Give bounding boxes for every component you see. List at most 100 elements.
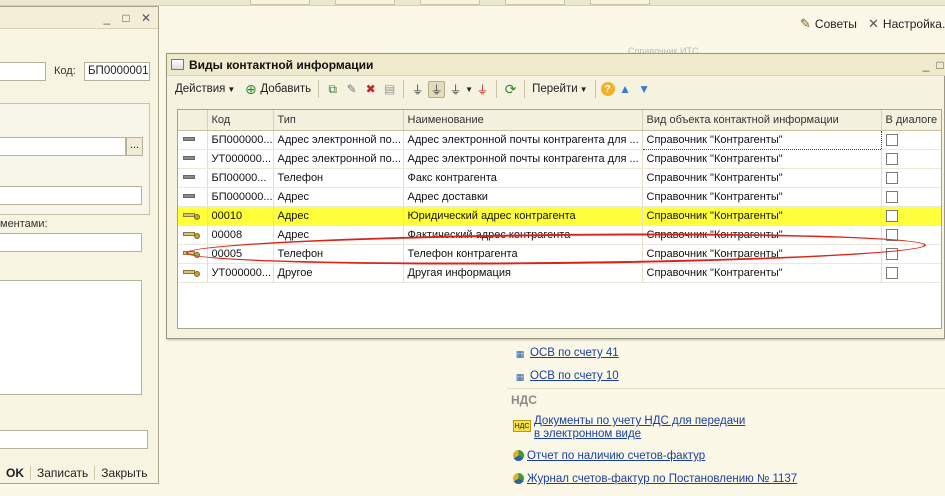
- reference-field[interactable]: [0, 137, 126, 156]
- cell-object[interactable]: Справочник "Контрагенты": [642, 263, 882, 283]
- cell-name[interactable]: Телефон контрагента: [403, 244, 643, 264]
- cell-name[interactable]: Фактический адрес контрагента: [403, 225, 643, 245]
- cell-name[interactable]: Другая информация: [403, 263, 643, 283]
- comment-area[interactable]: [0, 280, 142, 395]
- cell-type[interactable]: Адрес электронной по...: [273, 149, 404, 169]
- table-row[interactable]: БП00000... Телефон Факс контрагента Справоч…: [178, 168, 941, 188]
- text-field-2[interactable]: [0, 233, 142, 252]
- row-icon-cell[interactable]: [178, 244, 208, 264]
- strip-tab[interactable]: [590, 0, 650, 5]
- dialog-checkbox[interactable]: [885, 247, 898, 260]
- cell-type[interactable]: Адрес: [273, 187, 404, 207]
- dialog-checkbox-cell[interactable]: [881, 130, 941, 150]
- cell-name[interactable]: Адрес доставки: [403, 187, 643, 207]
- dialog-checkbox-cell[interactable]: [881, 225, 941, 245]
- dialog-checkbox[interactable]: [885, 152, 898, 165]
- close-form-button[interactable]: Закрыть: [95, 466, 153, 480]
- maximize-button[interactable]: □: [933, 58, 945, 72]
- filter-icon[interactable]: ⏚: [409, 81, 426, 98]
- minimize-button[interactable]: _: [100, 11, 114, 25]
- col-object-header[interactable]: Вид объекта контактной информации: [642, 110, 882, 131]
- cell-object[interactable]: Справочник "Контрагенты": [642, 225, 882, 245]
- vat-docs-label[interactable]: Документы по учету НДС для передачи в эл…: [534, 415, 749, 441]
- edit-icon[interactable]: ✎: [343, 81, 360, 98]
- table-row[interactable]: УТ000000... Адрес электронной по... Адрес …: [178, 149, 941, 169]
- col-dialog-header[interactable]: В диалоге: [881, 110, 941, 131]
- tips-link[interactable]: ✎ Советы: [800, 16, 857, 32]
- row-icon-cell[interactable]: [178, 149, 208, 169]
- osv-41-link[interactable]: ▦ ОСВ по счету 41: [513, 347, 619, 361]
- code-field[interactable]: БП0000001: [84, 62, 150, 81]
- text-field-3[interactable]: [0, 430, 148, 449]
- mark-delete-icon[interactable]: ▤: [381, 81, 398, 98]
- osv-10-link[interactable]: ▦ ОСВ по счету 10: [513, 370, 619, 384]
- settings-link[interactable]: ✕ Настройка...: [868, 16, 945, 32]
- cell-name[interactable]: Адрес электронной почты контрагента для …: [403, 130, 643, 150]
- cell-code[interactable]: 00005: [207, 244, 274, 264]
- table-row[interactable]: 00010 Адрес Юридический адрес контрагента С…: [178, 206, 941, 226]
- cell-object[interactable]: Справочник "Контрагенты": [642, 149, 882, 169]
- cell-type[interactable]: Телефон: [273, 244, 404, 264]
- copy-icon[interactable]: ⧉: [324, 81, 341, 98]
- col-name-header[interactable]: Наименование: [403, 110, 643, 131]
- browse-button[interactable]: ...: [126, 137, 143, 156]
- table-row[interactable]: 00005 Телефон Телефон контрагента Справочни…: [178, 244, 941, 264]
- save-button[interactable]: Записать: [31, 466, 96, 480]
- osv-41-label[interactable]: ОСВ по счету 41: [530, 347, 619, 359]
- dialog-checkbox-cell[interactable]: [881, 168, 941, 188]
- cell-code[interactable]: УТ000000...: [207, 263, 274, 283]
- filter-list-icon[interactable]: ⏚: [447, 81, 464, 98]
- cell-object[interactable]: Справочник "Контрагенты": [642, 206, 882, 226]
- row-icon-cell[interactable]: [178, 225, 208, 245]
- cell-name[interactable]: Адрес электронной почты контрагента для …: [403, 149, 643, 169]
- col-code-header[interactable]: Код: [207, 110, 274, 131]
- cell-code[interactable]: УТ000000...: [207, 149, 274, 169]
- cell-type[interactable]: Адрес: [273, 206, 404, 226]
- cell-type[interactable]: Другое: [273, 263, 404, 283]
- minimize-button[interactable]: _: [919, 58, 933, 72]
- row-icon-cell[interactable]: [178, 263, 208, 283]
- add-button[interactable]: ⊕ Добавить: [238, 79, 314, 99]
- cell-object[interactable]: Справочник "Контрагенты": [642, 187, 882, 207]
- table-row[interactable]: БП000000... Адрес Адрес доставки Справочник…: [178, 187, 941, 207]
- invoices-journal-label[interactable]: Журнал счетов-фактур по Постановлению № …: [527, 473, 797, 485]
- osv-10-label[interactable]: ОСВ по счету 10: [530, 370, 619, 382]
- invoices-report-link[interactable]: Отчет по наличию счетов-фактур: [513, 450, 705, 462]
- row-icon-cell[interactable]: [178, 168, 208, 188]
- dialog-checkbox-cell[interactable]: [881, 149, 941, 169]
- dialog-checkbox[interactable]: [885, 190, 898, 203]
- clear-filter-icon[interactable]: ⏚: [474, 81, 491, 98]
- dialog-checkbox-cell[interactable]: [881, 244, 941, 264]
- cell-type[interactable]: Адрес электронной по...: [273, 130, 404, 150]
- invoices-report-label[interactable]: Отчет по наличию счетов-фактур: [527, 450, 705, 462]
- table-row[interactable]: БП000000... Адрес электронной по... Адрес …: [178, 129, 941, 150]
- cell-type[interactable]: Адрес: [273, 225, 404, 245]
- help-icon[interactable]: ?: [600, 82, 615, 96]
- delete-icon[interactable]: ✖: [362, 81, 379, 98]
- table-row[interactable]: 00008 Адрес Фактический адрес контрагента С…: [178, 225, 941, 245]
- cell-code[interactable]: БП000000...: [207, 187, 274, 207]
- dialog-checkbox[interactable]: [885, 209, 898, 222]
- maximize-button[interactable]: □: [119, 11, 133, 25]
- col-type-header[interactable]: Тип: [273, 110, 404, 131]
- actions-menu[interactable]: Действия ▼: [172, 79, 238, 99]
- text-field-1[interactable]: [0, 186, 142, 205]
- move-up-icon[interactable]: ▲: [617, 81, 634, 98]
- ok-button[interactable]: OK: [0, 466, 31, 480]
- dialog-checkbox[interactable]: [885, 133, 898, 146]
- dialog-checkbox-cell[interactable]: [881, 263, 941, 283]
- cell-code[interactable]: 00008: [207, 225, 274, 245]
- cell-name[interactable]: Юридический адрес контрагента: [403, 206, 643, 226]
- row-icon-cell[interactable]: [178, 130, 208, 150]
- filter-by-value-icon[interactable]: ⏚: [428, 80, 446, 98]
- cell-code[interactable]: 00010: [207, 206, 274, 226]
- dialog-checkbox[interactable]: [885, 171, 898, 184]
- cell-code[interactable]: БП000000...: [207, 130, 274, 150]
- strip-tab[interactable]: [335, 0, 395, 5]
- strip-tab[interactable]: [420, 0, 480, 5]
- cell-code[interactable]: БП00000...: [207, 168, 274, 188]
- row-icon-cell[interactable]: [178, 187, 208, 207]
- dialog-checkbox[interactable]: [885, 228, 898, 241]
- dialog-checkbox-cell[interactable]: [881, 206, 941, 226]
- vat-docs-link[interactable]: НДС Документы по учету НДС для передачи …: [513, 415, 749, 441]
